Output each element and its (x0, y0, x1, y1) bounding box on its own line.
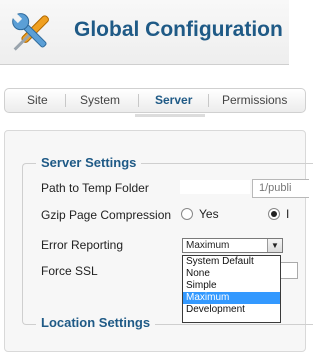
error-reporting-select[interactable]: Maximum ▼ (182, 238, 283, 253)
gzip-label: Gzip Page Compression (41, 208, 172, 222)
tab-permissions[interactable]: Permissions (222, 93, 287, 107)
dropdown-option-development[interactable]: Development (183, 304, 280, 316)
force-ssl-label: Force SSL (41, 264, 98, 278)
dropdown-option-system-default[interactable]: System Default (183, 256, 280, 268)
header-bar: Global Configuration (0, 0, 289, 65)
temp-folder-label: Path to Temp Folder (41, 181, 149, 195)
server-settings-legend: Server Settings (36, 155, 142, 170)
gzip-yes-radio[interactable] (181, 208, 193, 220)
tab-site[interactable]: Site (27, 93, 48, 107)
dropdown-option-simple[interactable]: Simple (183, 280, 280, 292)
chevron-down-icon[interactable]: ▼ (267, 239, 282, 252)
active-tab-indicator (135, 114, 205, 117)
temp-folder-input-left[interactable] (180, 180, 250, 194)
temp-folder-input[interactable]: 1/publi (252, 179, 309, 198)
tab-system[interactable]: System (80, 93, 120, 107)
tab-divider (208, 94, 209, 107)
error-reporting-value: Maximum (186, 240, 230, 251)
tab-bar: Site System Server Permissions (4, 88, 306, 113)
page-title: Global Configuration (74, 18, 283, 41)
error-reporting-dropdown: System Default None Simple Maximum Devel… (182, 255, 281, 323)
tools-icon (11, 12, 49, 51)
gzip-yes-label: Yes (199, 207, 219, 221)
tab-server[interactable]: Server (155, 93, 192, 107)
tab-divider (138, 94, 139, 107)
gzip-no-radio[interactable] (268, 208, 280, 220)
tab-divider (65, 94, 66, 107)
location-settings-legend: Location Settings (36, 315, 156, 330)
dropdown-option-none[interactable]: None (183, 268, 280, 280)
dropdown-option-maximum[interactable]: Maximum (183, 292, 280, 304)
error-reporting-label: Error Reporting (41, 238, 124, 252)
gzip-no-label: I (286, 207, 290, 221)
